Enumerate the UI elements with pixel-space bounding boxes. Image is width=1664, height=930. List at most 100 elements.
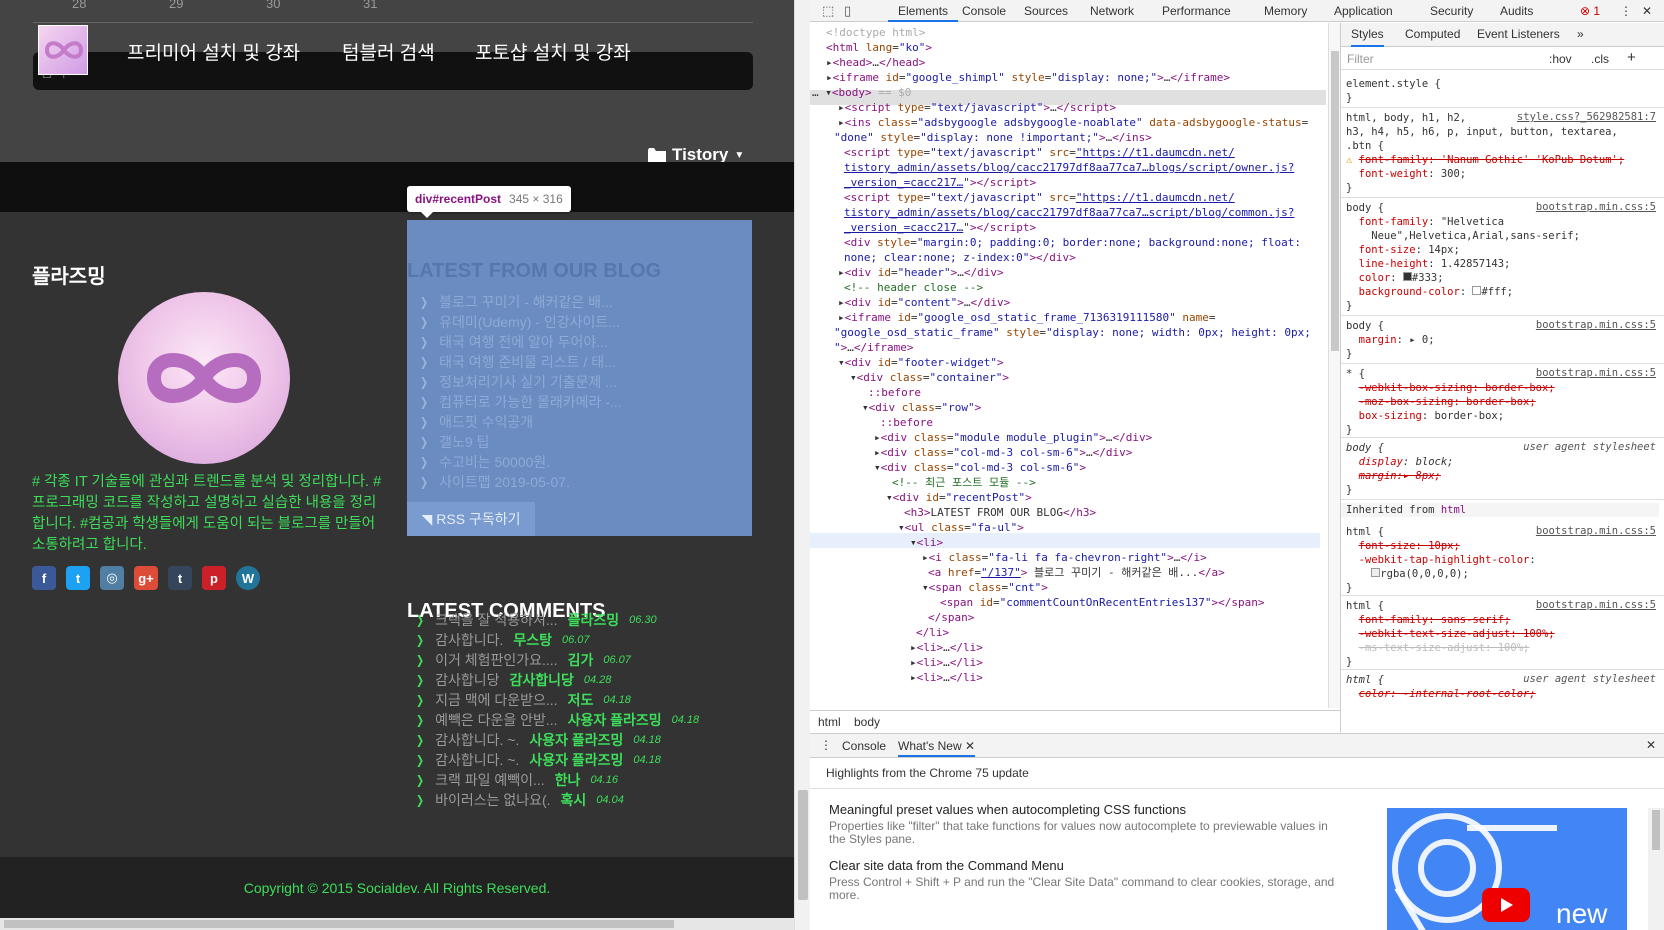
- drawer-scrollbar[interactable]: [1648, 808, 1664, 930]
- style-source[interactable]: bootstrap.min.css:5: [1536, 319, 1656, 331]
- tree-line[interactable]: ▾<div id="recentPost">: [886, 490, 1032, 505]
- drawer-menu-icon[interactable]: ⋮: [820, 738, 832, 752]
- menu-tumblr-search[interactable]: 텀블러 검색: [342, 38, 435, 65]
- tab-whats-new[interactable]: What's New ✕: [898, 739, 976, 757]
- inspect-element-icon[interactable]: ⬚: [822, 3, 834, 19]
- tree-line[interactable]: ▾<div class="row">: [862, 400, 981, 415]
- style-rule[interactable]: html, body, h1, h2,: [1346, 111, 1466, 125]
- tab-performance[interactable]: Performance: [1162, 0, 1231, 22]
- tree-line[interactable]: tistory_admin/assets/blog/cacc21797df8aa…: [844, 160, 1294, 175]
- style-rule[interactable]: html {: [1346, 599, 1384, 613]
- style-rule[interactable]: margin: ▸ 0;: [1346, 333, 1435, 347]
- tree-line[interactable]: ▸<div id="content">…</div>: [838, 295, 1010, 310]
- list-item[interactable]: ❯ 정보처리기사 실기 기출문제 ...: [419, 372, 622, 392]
- tab-sources[interactable]: Sources: [1024, 0, 1068, 22]
- list-item[interactable]: ❯ 감사합니다. ~. 사용자 플라즈밍 04.18: [415, 750, 699, 770]
- list-item[interactable]: ❯ 유데미(Udemy) - 인강사이트...: [419, 312, 622, 332]
- scrollbar-thumb[interactable]: [1652, 810, 1660, 850]
- style-rule[interactable]: line-height: 1.42857143;: [1346, 257, 1511, 271]
- wordpress-icon[interactable]: W: [236, 566, 260, 590]
- style-rule[interactable]: ⚠ font-family: 'Nanum Gothic' 'KoPub Dot…: [1346, 153, 1624, 167]
- comment-text[interactable]: 예빽은 다운을 안받...: [435, 710, 558, 730]
- close-icon[interactable]: ✕: [1642, 0, 1652, 22]
- error-count-badge[interactable]: ⊗ 1: [1580, 0, 1600, 22]
- list-item[interactable]: ❯ 수고비는 50000원.: [419, 452, 622, 472]
- tab-audits[interactable]: Audits: [1500, 0, 1533, 22]
- style-rule[interactable]: color: #333;: [1346, 271, 1444, 285]
- comment-text[interactable]: 감사합니당: [435, 670, 499, 690]
- style-rule[interactable]: font-size: 14px;: [1346, 243, 1460, 257]
- whats-new-item-title[interactable]: Clear site data from the Command Menu: [829, 858, 1064, 873]
- scrollbar-thumb[interactable]: [1331, 51, 1339, 351]
- post-link[interactable]: 사이트맵 2019-05-07.: [439, 472, 570, 492]
- scrollbar-thumb[interactable]: [798, 790, 808, 900]
- list-item[interactable]: ❯ 지금 맥에 다운받으... 저도 04.18: [415, 690, 699, 710]
- post-link[interactable]: 태국 여행 전에 알아 두어야...: [439, 332, 608, 352]
- elements-scrollbar[interactable]: [1328, 23, 1340, 708]
- list-item[interactable]: ❯ 태국 여행 준비물 리스트 / 태...: [419, 352, 622, 372]
- list-item[interactable]: ❯ 감사합니다. ~. 사용자 플라즈밍 04.18: [415, 730, 699, 750]
- close-icon[interactable]: ✕: [965, 739, 975, 753]
- list-item[interactable]: ❯ 크랙을 잘 적용하셔... 플라즈밍 06.30: [415, 610, 699, 630]
- menu-premiere[interactable]: 프리미어 설치 및 강좌: [127, 38, 300, 65]
- style-rule[interactable]: -webkit-tap-highlight-color:: [1346, 553, 1536, 567]
- comment-text[interactable]: 크랙 파일 예빽이...: [435, 770, 545, 790]
- post-link[interactable]: 컴퓨터로 가능한 몰래카메라 -...: [439, 392, 622, 412]
- tumblr-icon[interactable]: t: [168, 566, 192, 590]
- style-rule[interactable]: -ms-text-size-adjust: 100%;: [1346, 641, 1530, 655]
- tree-line[interactable]: ▾<li>: [910, 535, 943, 550]
- post-link[interactable]: 블로그 꾸미기 - 해커같은 배...: [439, 292, 613, 312]
- add-rule-icon[interactable]: +: [1627, 49, 1636, 66]
- list-item[interactable]: ❯ 애드핏 수익공개: [419, 412, 622, 432]
- horizontal-scrollbar[interactable]: [0, 918, 794, 930]
- elements-tree[interactable]: <!doctype html> <html lang="ko"> ▸<head>…: [810, 23, 1326, 708]
- tree-line[interactable]: … ▾<body> == $0: [812, 85, 911, 100]
- list-item[interactable]: ❯ 갤노9 팁: [419, 432, 622, 452]
- vertical-scrollbar[interactable]: [794, 0, 810, 930]
- blog-logo[interactable]: [38, 25, 88, 75]
- comment-text[interactable]: 지금 맥에 다운받으...: [435, 690, 558, 710]
- tab-console[interactable]: Console: [962, 0, 1006, 22]
- style-rule[interactable]: font-size: 10px;: [1346, 539, 1460, 553]
- pinterest-icon[interactable]: p: [202, 566, 226, 590]
- comment-text[interactable]: 이거 체험판인가요....: [435, 650, 558, 670]
- style-source[interactable]: bootstrap.min.css:5: [1536, 201, 1656, 213]
- scrollbar-thumb[interactable]: [4, 920, 674, 928]
- tab-event-listeners[interactable]: Event Listeners: [1477, 27, 1560, 41]
- tree-line[interactable]: ▾<div class="container">: [850, 370, 1009, 385]
- post-link[interactable]: 유데미(Udemy) - 인강사이트...: [439, 312, 620, 332]
- style-source[interactable]: bootstrap.min.css:5: [1536, 525, 1656, 537]
- list-item[interactable]: ❯ 이거 체험판인가요.... 김가 06.07: [415, 650, 699, 670]
- more-tabs-icon[interactable]: »: [1577, 27, 1584, 41]
- style-rule[interactable]: box-sizing: border-box;: [1346, 409, 1504, 423]
- calendar-day[interactable]: 30: [266, 0, 280, 11]
- tree-line[interactable]: ▸<div class="col-md-3 col-sm-6">…</div>: [874, 445, 1132, 460]
- device-toolbar-icon[interactable]: ▯: [844, 3, 851, 19]
- color-swatch[interactable]: [1472, 286, 1482, 295]
- filter-input[interactable]: Filter: [1347, 52, 1374, 66]
- color-swatch[interactable]: [1371, 568, 1381, 577]
- instagram-icon[interactable]: ◎: [100, 566, 124, 590]
- comment-text[interactable]: 감사합니다.: [435, 630, 503, 650]
- tree-line[interactable]: ▸<div id="header">…</div>: [838, 265, 1004, 280]
- list-item[interactable]: ❯ 감사합니당 감사합니당 04.28: [415, 670, 699, 690]
- comment-text[interactable]: 크랙을 잘 적용하셔...: [435, 610, 558, 630]
- style-source[interactable]: bootstrap.min.css:5: [1536, 367, 1656, 379]
- comment-text[interactable]: 바이러스는 없나요(.: [435, 790, 550, 810]
- calendar-day[interactable]: 29: [169, 0, 183, 11]
- post-link[interactable]: 갤노9 팁: [439, 432, 489, 452]
- tree-line[interactable]: ▾<div id="footer-widget">: [838, 355, 1004, 370]
- style-rule[interactable]: html {: [1346, 673, 1384, 687]
- breadcrumb-html[interactable]: html: [818, 715, 841, 729]
- comment-text[interactable]: 감사합니다. ~.: [435, 750, 519, 770]
- style-rule[interactable]: -webkit-box-sizing: border-box;: [1346, 381, 1555, 395]
- tab-application[interactable]: Application: [1334, 0, 1393, 22]
- tree-line[interactable]: <script type="text/javascript" src="http…: [844, 145, 1235, 160]
- style-rule[interactable]: -webkit-text-size-adjust: 100%;: [1346, 627, 1555, 641]
- post-link[interactable]: 애드핏 수익공개: [439, 412, 533, 432]
- tab-elements[interactable]: Elements: [888, 0, 959, 22]
- style-rule[interactable]: font-family: sans-serif;: [1346, 613, 1511, 627]
- tree-line[interactable]: <script type="text/javascript" src="http…: [844, 190, 1235, 205]
- style-rule[interactable]: -moz-box-sizing: border-box;: [1346, 395, 1536, 409]
- youtube-play-icon[interactable]: [1482, 888, 1530, 922]
